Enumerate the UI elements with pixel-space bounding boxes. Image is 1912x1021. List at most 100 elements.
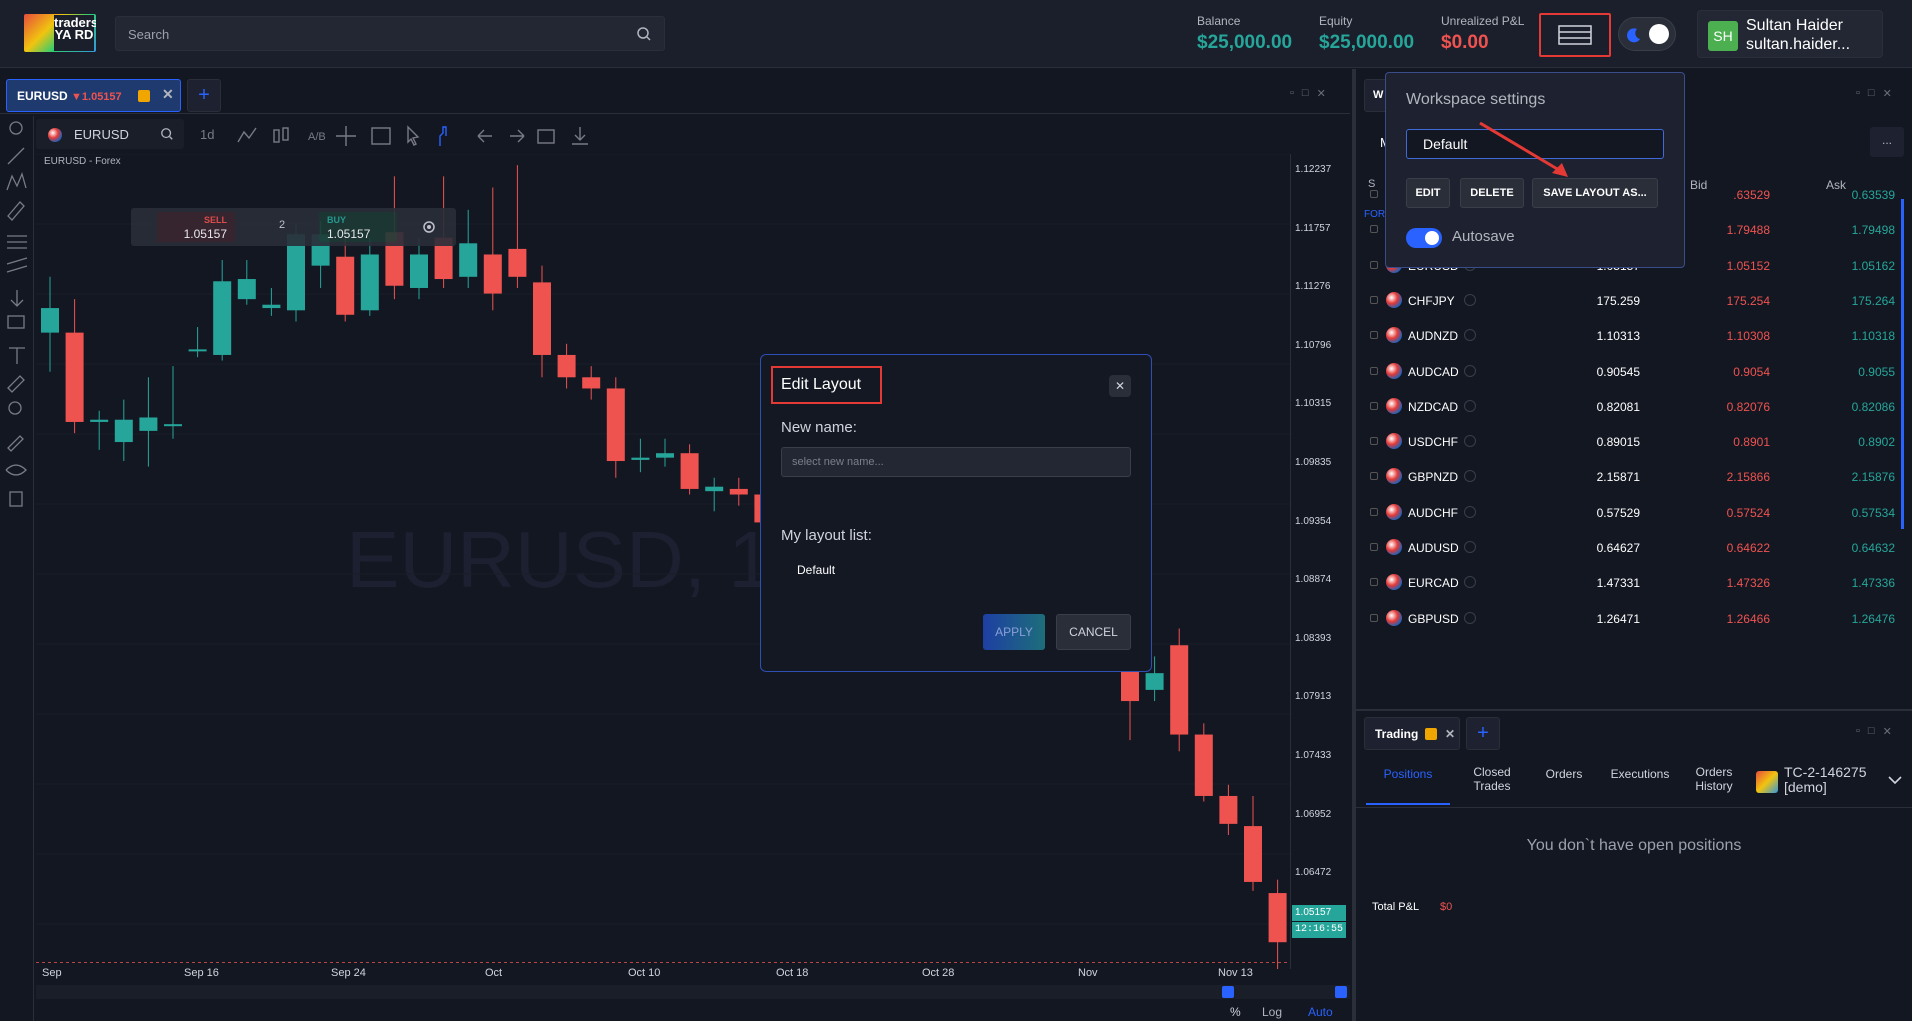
cancel-button[interactable]: CANCEL bbox=[1056, 614, 1131, 650]
restore-icon[interactable]: ▫ bbox=[1290, 87, 1294, 99]
scroll-handle-left[interactable] bbox=[1222, 986, 1234, 998]
delete-button[interactable]: DELETE bbox=[1460, 178, 1524, 208]
account-select[interactable]: TC-2-146275 [demo] bbox=[1784, 765, 1884, 795]
row-checkbox[interactable] bbox=[1370, 472, 1378, 481]
user-name: Sultan Haider bbox=[1746, 17, 1843, 34]
chevron-down-icon[interactable] bbox=[1888, 775, 1902, 785]
add-tab-button[interactable]: + bbox=[187, 79, 221, 112]
search-input[interactable]: Search bbox=[115, 16, 665, 51]
log-scale[interactable]: Log bbox=[1262, 1005, 1282, 1019]
save-layout-as-button[interactable]: SAVE LAYOUT AS... bbox=[1532, 178, 1658, 208]
row-checkbox[interactable] bbox=[1370, 366, 1378, 375]
layout-list-item[interactable]: Default bbox=[797, 563, 835, 577]
tab-closed-trades[interactable]: Closed Trades bbox=[1460, 765, 1524, 793]
tab-orders[interactable]: Orders bbox=[1534, 767, 1594, 781]
scroll-handle-right[interactable] bbox=[1335, 986, 1347, 998]
close-pane-icon[interactable]: ✕ bbox=[1883, 87, 1892, 100]
trading-tab[interactable]: Trading ✕ bbox=[1364, 717, 1460, 750]
close-tab-icon[interactable]: ✕ bbox=[1445, 727, 1455, 741]
percent-scale[interactable]: % bbox=[1230, 1005, 1241, 1019]
qty-field[interactable]: 2 bbox=[279, 219, 285, 231]
row-checkbox[interactable] bbox=[1370, 401, 1378, 410]
maximize-icon[interactable]: □ bbox=[1868, 87, 1875, 100]
close-pane-icon[interactable]: ✕ bbox=[1317, 87, 1326, 100]
favorite-icon[interactable] bbox=[1464, 435, 1476, 448]
search-icon[interactable] bbox=[636, 26, 652, 42]
tab-orders-history[interactable]: Orders History bbox=[1686, 765, 1742, 793]
close-pane-icon[interactable]: ✕ bbox=[1883, 725, 1892, 738]
candle-body bbox=[656, 453, 674, 458]
watchlist-row[interactable]: CHFJPY 175.259 175.254 175.264 bbox=[1360, 283, 1900, 318]
price-axis[interactable]: 1.12237 1.11757 1.11276 1.10796 1.10315 1.098… bbox=[1290, 154, 1350, 995]
camera-icon bbox=[537, 129, 555, 144]
watchlist-row[interactable]: AUDNZD 1.10313 1.10308 1.10318 bbox=[1360, 318, 1900, 353]
watchlist-row[interactable]: GBPUSD 1.26471 1.26466 1.26476 bbox=[1360, 601, 1900, 636]
layout-button[interactable] bbox=[1539, 13, 1611, 57]
maximize-icon[interactable]: □ bbox=[1868, 725, 1875, 738]
watchlist-row[interactable]: EURCAD 1.47331 1.47326 1.47336 bbox=[1360, 565, 1900, 600]
favorite-icon[interactable] bbox=[1464, 576, 1476, 589]
favorite-icon[interactable] bbox=[1464, 541, 1476, 553]
autosave-toggle[interactable] bbox=[1406, 228, 1442, 248]
row-checkbox[interactable] bbox=[1370, 260, 1378, 269]
row-checkbox[interactable] bbox=[1370, 437, 1378, 446]
row-checkbox[interactable] bbox=[1370, 507, 1378, 516]
balance: Balance $25,000.00 bbox=[1197, 14, 1293, 53]
price-tick: 1.06472 bbox=[1295, 867, 1332, 879]
app-logo[interactable]: traders YA RD bbox=[24, 14, 96, 52]
time-axis[interactable]: Sep Sep 16 Sep 24 Oct Oct 10 Oct 18 Oct 28 Nov N… bbox=[36, 963, 1350, 985]
apply-button[interactable]: APPLY bbox=[983, 614, 1045, 650]
watchlist-row[interactable]: AUDUSD 0.64627 0.64622 0.64632 bbox=[1360, 530, 1900, 565]
row-checkbox[interactable] bbox=[1370, 543, 1378, 551]
gear-icon[interactable] bbox=[421, 219, 437, 235]
price-chart[interactable]: EURUSD - Forex EURUSD, 1 SELL 1.05157 2 … bbox=[36, 154, 1350, 995]
favorite-icon[interactable] bbox=[1464, 611, 1476, 624]
row-symbol: USDCHF bbox=[1408, 435, 1458, 450]
edit-button[interactable]: EDIT bbox=[1406, 178, 1450, 208]
row-checkbox[interactable] bbox=[1370, 331, 1378, 340]
watchlist-row[interactable]: AUDCAD 0.90545 0.9054 0.9055 bbox=[1360, 354, 1900, 389]
new-name-input[interactable]: select new name... bbox=[781, 447, 1131, 477]
row-checkbox[interactable] bbox=[1370, 190, 1378, 198]
favorite-icon[interactable] bbox=[1464, 293, 1476, 306]
tab-positions[interactable]: Positions bbox=[1366, 765, 1450, 805]
currency-flag-icon bbox=[1386, 397, 1402, 414]
candle-body bbox=[41, 308, 59, 333]
auto-scale[interactable]: Auto bbox=[1308, 1005, 1333, 1019]
close-icon[interactable]: ✕ bbox=[1109, 375, 1131, 397]
more-button[interactable]: ... bbox=[1870, 127, 1904, 157]
watchlist-row[interactable]: AUDCHF 0.57529 0.57524 0.57534 bbox=[1360, 495, 1900, 530]
watchlist-row[interactable]: NZDCAD 0.82081 0.82076 0.82086 bbox=[1360, 389, 1900, 424]
maximize-icon[interactable]: □ bbox=[1302, 87, 1309, 99]
row-last: 0.89015 bbox=[1596, 435, 1640, 450]
favorite-icon[interactable] bbox=[1464, 364, 1476, 377]
row-last: 0.64627 bbox=[1596, 541, 1640, 555]
theme-toggle[interactable] bbox=[1618, 17, 1676, 51]
row-checkbox[interactable] bbox=[1370, 225, 1378, 234]
redo-icon bbox=[510, 129, 525, 143]
sell-button[interactable]: SELL 1.05157 bbox=[157, 212, 235, 242]
interval-select[interactable]: 1d bbox=[200, 127, 214, 142]
symbol-search[interactable]: EURUSD bbox=[36, 119, 184, 149]
close-tab-icon[interactable]: ✕ bbox=[162, 86, 174, 103]
range-scrollbar[interactable] bbox=[36, 985, 1350, 999]
row-symbol: NZDCAD bbox=[1408, 399, 1458, 414]
favorite-icon[interactable] bbox=[1464, 505, 1476, 518]
tab-executions[interactable]: Executions bbox=[1600, 767, 1680, 781]
chart-tab-eurusd[interactable]: EURUSD ▼1.05157 ✕ bbox=[6, 79, 181, 112]
row-checkbox[interactable] bbox=[1370, 578, 1378, 587]
favorite-icon[interactable] bbox=[1464, 470, 1476, 483]
buy-button[interactable]: BUY 1.05157 bbox=[319, 212, 397, 242]
watchlist-row[interactable]: USDCHF 0.89015 0.8901 0.8902 bbox=[1360, 424, 1900, 459]
watchlist-row[interactable]: GBPNZD 2.15871 2.15866 2.15876 bbox=[1360, 459, 1900, 494]
favorite-icon[interactable] bbox=[1464, 399, 1476, 412]
row-checkbox[interactable] bbox=[1370, 295, 1378, 304]
restore-icon[interactable]: ▫ bbox=[1856, 87, 1860, 100]
watchlist-scrollbar[interactable] bbox=[1901, 199, 1904, 529]
add-tab-button[interactable]: + bbox=[1466, 717, 1500, 750]
trendline-icon bbox=[7, 147, 25, 165]
row-checkbox[interactable] bbox=[1370, 613, 1378, 622]
user-menu[interactable]: SH Sultan Haider sultan.haider... bbox=[1697, 10, 1883, 58]
favorite-icon[interactable] bbox=[1464, 329, 1476, 342]
restore-icon[interactable]: ▫ bbox=[1856, 725, 1860, 738]
